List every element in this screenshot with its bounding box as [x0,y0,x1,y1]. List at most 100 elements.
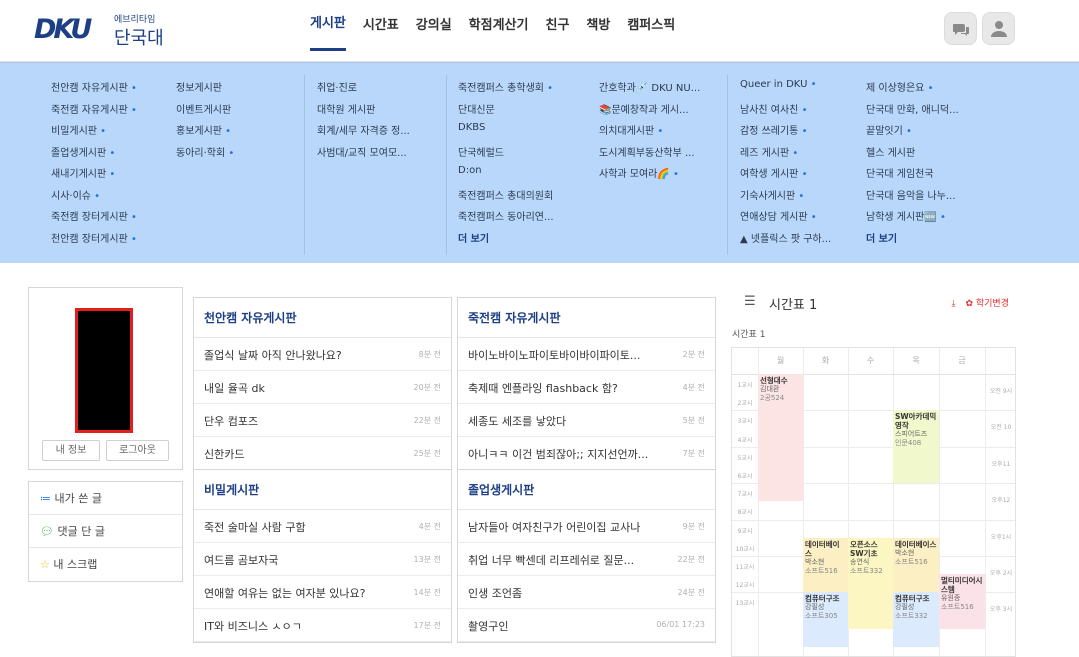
logout-button[interactable]: 로그아웃 [106,440,169,461]
menu-board-link[interactable]: 죽전캠 장터게시판 • [51,208,137,230]
menu-board-link[interactable]: 회계/세무 자격증 정... [317,122,410,144]
post-title: 여드름 곰보자국 [204,554,279,567]
my-scraps-link[interactable]: ☆ 내 스크랩 [29,548,182,581]
menu-board-label: 연애상담 게시판 [740,212,808,223]
menu-board-link[interactable]: 홍보게시판 • [176,122,234,144]
post-row[interactable]: 연애할 여유는 없는 여자분 있나요? 14분 전 [194,576,451,609]
menu-board-link[interactable]: 단국대 만화, 애니덕... [866,101,959,123]
menu-board-link[interactable]: 헬스 게시판 [866,144,959,166]
class-block[interactable]: SW아카데믹영작 스피어트즈 인문408 [893,410,939,484]
menu-board-link[interactable]: 레즈 게시판 • [740,144,831,166]
account-button[interactable] [982,12,1015,45]
menu-board-link[interactable]: 죽전캠퍼스 동아리연... [458,208,554,230]
nav-bookstore[interactable]: 책방 [586,0,610,62]
menu-board-label: 죽전캠퍼스 총학생회 [458,83,544,94]
menu-board-link[interactable]: 천안캠 장터게시판 • [51,230,137,252]
post-title: 단우 컴포즈 [204,415,259,428]
my-comments-link[interactable]: 💬︎ 댓글 단 글 [29,515,182,548]
menu-board-link[interactable]: 단국대 게임천국 [866,165,959,187]
board-title[interactable]: 천안캠 자유게시판 [194,298,451,338]
menu-board-link[interactable]: 죽전캠 자유게시판 • [51,101,137,123]
menu-board-link[interactable]: 사학과 모여라🌈 • [599,165,700,187]
timetable-widget: ☰ 시간표 1 ⤓ ✿ 학기변경 시간표 1 월 화 수 목 금 1교시 2교시 3교시 4교시 5… [730,287,1017,657]
menu-board-link[interactable]: 단국대 음악을 나누... [866,187,959,209]
menu-board-link[interactable]: 의치대게시판 • [599,122,700,144]
post-row[interactable]: 졸업식 날짜 아직 안나왔나요? 8분 전 [194,338,451,371]
post-row[interactable]: 죽전 술마실 사람 구함 4분 전 [194,510,451,543]
menu-board-link[interactable]: 남학생 게시판🆕 • [866,208,959,230]
download-icon[interactable]: ⤓ [951,299,955,309]
menu-board-link[interactable]: DKBS [458,122,554,144]
nav-board[interactable]: 게시판 [310,0,346,51]
menu-board-link[interactable]: 졸업생게시판 • [51,144,137,166]
post-row[interactable]: 축제때 엔플라잉 flashback 함? 4분 전 [458,371,715,404]
post-row[interactable]: 단우 컴포즈 22분 전 [194,404,451,437]
menu-board-label: 사학과 모여라🌈 [599,169,670,180]
nav-grade-calculator[interactable]: 학점계산기 [469,0,529,62]
nav-friends[interactable]: 친구 [545,0,569,62]
post-row[interactable]: 취업 너무 빡센데 리프레쉬로 질문... 22분 전 [458,543,715,576]
post-time: 5분 전 [682,416,705,425]
menu-board-link[interactable]: 동아리·학회 • [176,144,234,166]
menu-board-link[interactable]: 비밀게시판 • [51,122,137,144]
menu-board-link[interactable]: 간호학과💉 DKU NU... [599,79,700,101]
class-block[interactable]: 데이터베이스 박소현 소프트516 [803,537,848,593]
menu-board-link[interactable]: 기숙사게시판 • [740,187,831,209]
messages-button[interactable] [944,12,977,45]
change-semester-button[interactable]: ⤓ ✿ 학기변경 [951,296,1009,309]
class-block[interactable]: 선형대수 김대환 2공524 [758,374,803,502]
menu-board-link[interactable]: 죽전캠퍼스 총대의원회 [458,187,554,209]
more-boards-link[interactable]: 더 보기 [458,230,554,252]
menu-board-link[interactable]: D:on [458,165,554,187]
menu-board-link[interactable]: 정보게시판 [176,79,234,101]
menu-board-link[interactable]: 천안캠 자유게시판 • [51,79,137,101]
class-block[interactable]: 멀티미디어시스템 유원종 소프트516 [939,574,985,629]
my-posts-link[interactable]: ≔ 내가 쓴 글 [29,482,182,515]
board-title[interactable]: 죽전캠 자유게시판 [458,298,715,338]
post-row[interactable]: 여드름 곰보자국 13분 전 [194,543,451,576]
menu-board-link[interactable]: 제 이상형은요 • [866,79,959,101]
nav-timetable[interactable]: 시간표 [363,0,399,62]
board-title[interactable]: 비밀게시판 [194,470,451,510]
menu-board-link[interactable]: 시사·이슈 • [51,187,137,209]
post-row[interactable]: 신한카드 25분 전 [194,437,451,470]
change-semester-label: 학기변경 [975,299,1009,309]
menu-board-link[interactable]: 죽전캠퍼스 총학생회 • [458,79,554,101]
menu-board-link[interactable]: 끝말잇기 • [866,122,959,144]
menu-board-link[interactable]: ▲ 넷플릭스 팟 구하... [740,230,831,252]
post-row[interactable]: 세종도 세조를 낳았다 5분 전 [458,404,715,437]
class-block[interactable]: 컴퓨터구조 강필성 소프트332 [893,592,939,647]
class-block[interactable]: 오픈소스SW기초 송연식 소프트332 [848,537,893,629]
menu-board-link[interactable]: 여학생 게시판 • [740,165,831,187]
board-title[interactable]: 졸업생게시판 [458,470,715,510]
menu-board-link[interactable]: 사범대/교직 모여모... [317,144,410,166]
menu-board-link[interactable]: 대학원 게시판 [317,101,410,123]
post-row[interactable]: 내일 율곡 dk 20분 전 [194,371,451,404]
post-row[interactable]: 아니ㅋㅋ 이건 범죄잖아;; 지지선언까... 7분 전 [458,437,715,470]
menu-board-label: 천안캠 자유게시판 [51,83,128,94]
menu-board-link[interactable]: 취업·진로 [317,79,410,101]
class-block[interactable]: 컴퓨터구조 강필성 소프트305 [803,592,848,647]
post-row[interactable]: 바이노바이노파이토바이바이파이토... 2분 전 [458,338,715,371]
my-info-button[interactable]: 내 정보 [42,440,100,461]
menu-icon[interactable]: ☰ [744,294,756,309]
menu-board-link[interactable]: 남사친 여사친 • [740,101,831,123]
menu-board-link[interactable]: 연애상담 게시판 • [740,208,831,230]
post-row[interactable]: 인생 조언좀 24분 전 [458,576,715,609]
menu-board-link[interactable]: 📚문예창작과 게시... [599,101,700,123]
menu-board-link[interactable]: Queer in DKU • [740,79,831,101]
class-block[interactable]: 데이터베이스 박소현 소프트516 [893,537,939,593]
post-row[interactable]: 촬영구인 06/01 17:23 [458,609,715,642]
menu-board-link[interactable]: 이벤트게시판 [176,101,234,123]
menu-board-link[interactable]: 단대신문 [458,101,554,123]
menu-board-link[interactable]: 새내기게시판 • [51,165,137,187]
new-indicator-icon: • [798,104,808,116]
post-row[interactable]: IT와 비즈니스 ㅅㅇㄱ 17분 전 [194,609,451,642]
post-row[interactable]: 남자들아 여자친구가 어린이집 교사나 9분 전 [458,510,715,543]
nav-lecture-room[interactable]: 강의실 [416,0,452,62]
more-boards-link[interactable]: 더 보기 [866,230,959,252]
menu-board-link[interactable]: 감정 쓰레기통 • [740,122,831,144]
nav-campus-pick[interactable]: 캠퍼스픽 [627,0,675,62]
menu-board-link[interactable]: 단국헤럴드 [458,144,554,166]
menu-board-link[interactable]: 도시계획부동산학부 ... [599,144,700,166]
